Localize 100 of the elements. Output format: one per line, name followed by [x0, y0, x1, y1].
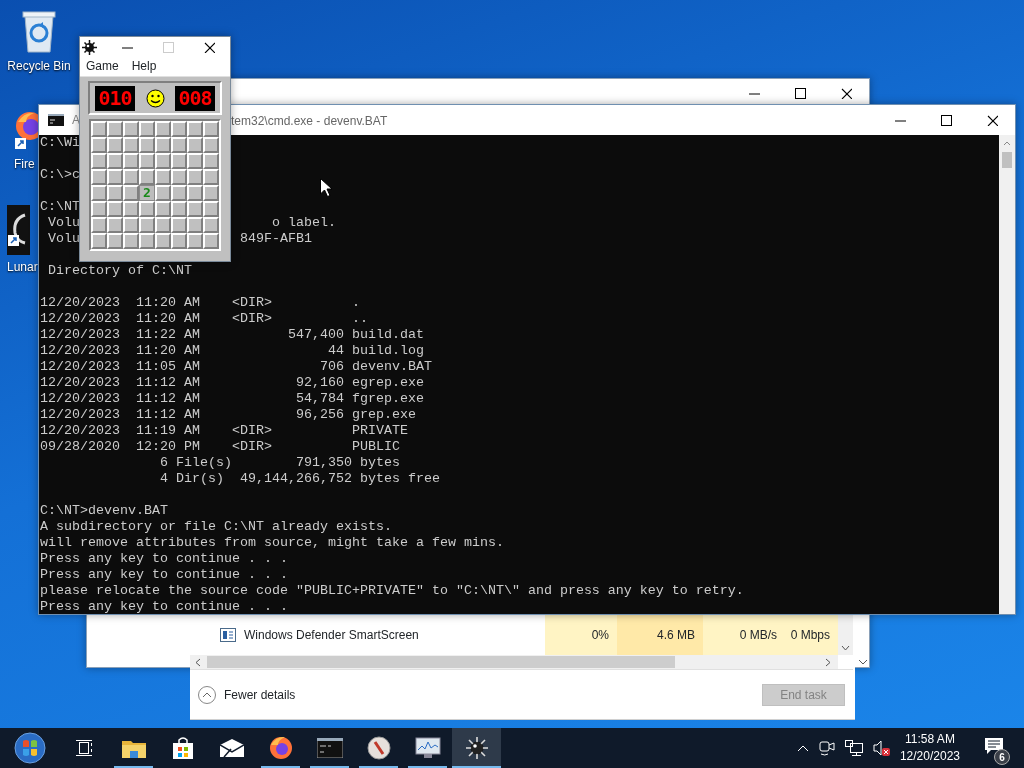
hidden-cell[interactable]: [123, 169, 139, 185]
hidden-cell[interactable]: [91, 185, 107, 201]
hidden-cell[interactable]: [107, 217, 123, 233]
network-icon[interactable]: [844, 740, 863, 756]
hidden-cell[interactable]: [139, 137, 155, 153]
icon-label[interactable]: Lunar: [7, 260, 38, 274]
scroll-left-icon[interactable]: [195, 657, 201, 667]
hidden-cell[interactable]: [123, 201, 139, 217]
scrollbar-thumb[interactable]: [1002, 152, 1012, 168]
menu-item[interactable]: Help: [125, 57, 164, 76]
hidden-cell[interactable]: [107, 169, 123, 185]
monitor-icon[interactable]: [414, 737, 441, 759]
hidden-cell[interactable]: [91, 233, 107, 249]
hidden-cell[interactable]: [107, 137, 123, 153]
hidden-cell[interactable]: [203, 233, 219, 249]
folder-icon[interactable]: [121, 738, 146, 758]
hidden-cell[interactable]: [203, 201, 219, 217]
envelope-icon[interactable]: [219, 739, 244, 757]
hidden-cell[interactable]: [187, 121, 203, 137]
compass-icon[interactable]: [366, 736, 391, 760]
hidden-cell[interactable]: [91, 153, 107, 169]
hidden-cell[interactable]: [171, 137, 187, 153]
hidden-cell[interactable]: [187, 217, 203, 233]
hidden-cell[interactable]: [107, 233, 123, 249]
firefox-icon[interactable]: [268, 736, 293, 760]
hidden-cell[interactable]: [107, 121, 123, 137]
hidden-cell[interactable]: [91, 137, 107, 153]
hidden-cell[interactable]: [107, 185, 123, 201]
shopping-bag-icon[interactable]: [172, 737, 193, 759]
hidden-cell[interactable]: [155, 233, 171, 249]
hidden-cell[interactable]: [91, 121, 107, 137]
hidden-cell[interactable]: [139, 201, 155, 217]
clock-date[interactable]: 12/20/2023: [899, 748, 960, 765]
hidden-cell[interactable]: [171, 169, 187, 185]
hidden-cell[interactable]: [155, 201, 171, 217]
console-line: Press any key to continue . . .: [40, 551, 288, 566]
hidden-cell[interactable]: [203, 153, 219, 169]
hidden-cell[interactable]: [171, 217, 187, 233]
scroll-up-icon[interactable]: [1003, 141, 1011, 146]
hidden-cell[interactable]: [171, 153, 187, 169]
hidden-cell[interactable]: [139, 169, 155, 185]
hidden-cell[interactable]: [203, 137, 219, 153]
hidden-cell[interactable]: [91, 169, 107, 185]
hidden-cell[interactable]: [187, 201, 203, 217]
hidden-cell[interactable]: [155, 121, 171, 137]
hidden-cell[interactable]: [203, 121, 219, 137]
hidden-cell[interactable]: [139, 153, 155, 169]
hidden-cell[interactable]: [187, 137, 203, 153]
hidden-cell[interactable]: [139, 217, 155, 233]
hidden-cell[interactable]: [187, 233, 203, 249]
hidden-cell[interactable]: [107, 201, 123, 217]
hidden-cell[interactable]: [155, 169, 171, 185]
notification-icon[interactable]: [985, 738, 1003, 754]
hidden-cell[interactable]: [123, 185, 139, 201]
hidden-cell[interactable]: [171, 121, 187, 137]
start-button-icon[interactable]: [14, 732, 46, 764]
console-icon[interactable]: [316, 738, 343, 758]
hidden-cell[interactable]: [123, 121, 139, 137]
hidden-cell[interactable]: [139, 233, 155, 249]
hidden-cell[interactable]: [187, 185, 203, 201]
hidden-cell[interactable]: [187, 169, 203, 185]
collapse-icon[interactable]: [198, 685, 216, 704]
hidden-cell[interactable]: [203, 217, 219, 233]
hidden-cell[interactable]: [123, 153, 139, 169]
camera-icon[interactable]: [818, 739, 835, 757]
hidden-cell[interactable]: [203, 169, 219, 185]
hidden-cell[interactable]: [187, 153, 203, 169]
hidden-cell[interactable]: [155, 217, 171, 233]
clock-time[interactable]: 11:58 AM: [899, 731, 960, 748]
hidden-cell[interactable]: [107, 153, 123, 169]
hidden-cell[interactable]: [91, 217, 107, 233]
hidden-cell[interactable]: [155, 153, 171, 169]
icon-label[interactable]: Recycle Bin: [7, 59, 71, 73]
hidden-cell[interactable]: [155, 137, 171, 153]
task-view-icon[interactable]: [75, 740, 94, 756]
scroll-right-icon[interactable]: [825, 657, 831, 667]
hidden-cell[interactable]: [171, 201, 187, 217]
hidden-cell[interactable]: [123, 217, 139, 233]
hidden-cell[interactable]: [203, 185, 219, 201]
mine-icon[interactable]: [465, 737, 488, 759]
process-name[interactable]: Windows Defender SmartScreen: [244, 626, 419, 644]
hidden-cell[interactable]: [123, 137, 139, 153]
chevron-up-icon[interactable]: [796, 744, 809, 752]
hidden-cell[interactable]: [123, 233, 139, 249]
hidden-cell[interactable]: [155, 185, 171, 201]
icon-label[interactable]: Fire: [14, 157, 35, 171]
volume-muted-icon[interactable]: [872, 740, 890, 756]
console-line: please relocate the source code "PUBLIC+PRIVATE" to "C:\NT\" and press any key to retry.: [40, 583, 744, 598]
hidden-cell[interactable]: [171, 233, 187, 249]
hidden-cell[interactable]: [171, 185, 187, 201]
menu-item[interactable]: Game: [80, 57, 126, 76]
details-link[interactable]: Fewer details: [224, 685, 296, 704]
scrollbar-thumb[interactable]: [207, 656, 675, 668]
console-line: 12/20/2023 11:12 AM 54,784 fgrep.exe: [40, 391, 424, 406]
recycle-bin-icon[interactable]: [19, 8, 59, 54]
console-line: C:\NT>devenv.BAT: [40, 503, 168, 518]
console-line: C:\NT: [40, 199, 80, 214]
hidden-cell[interactable]: [139, 121, 155, 137]
hidden-cell[interactable]: [91, 201, 107, 217]
shield-icon[interactable]: [7, 205, 30, 255]
